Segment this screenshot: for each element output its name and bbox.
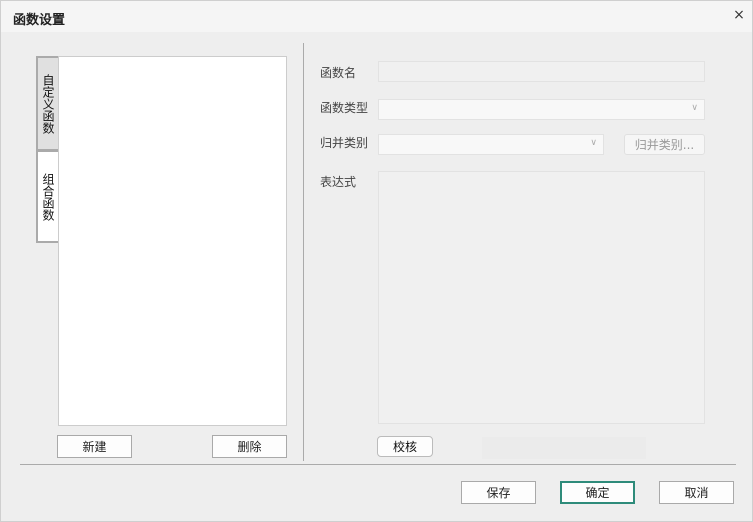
chevron-down-icon: ∨ bbox=[691, 103, 698, 113]
expression-label: 表达式 bbox=[320, 175, 357, 189]
expression-textarea[interactable] bbox=[378, 171, 705, 424]
ok-button[interactable]: 确定 bbox=[560, 481, 635, 504]
function-name-label: 函数名 bbox=[320, 66, 357, 80]
merge-category-select[interactable]: ∨ bbox=[378, 134, 604, 155]
horizontal-divider bbox=[20, 464, 736, 465]
chevron-down-icon: ∨ bbox=[590, 138, 597, 148]
check-result-area bbox=[482, 437, 646, 459]
function-settings-dialog: 函数设置 × 自定义函数 组合函数 新建 删除 函数名 函数类型 ∨ 归并类别 … bbox=[0, 0, 753, 522]
function-type-select[interactable]: ∨ bbox=[378, 99, 705, 120]
merge-category-label: 归并类别 bbox=[320, 136, 369, 150]
function-list[interactable] bbox=[58, 56, 287, 426]
title-bar: 函数设置 × bbox=[1, 1, 752, 32]
tab-custom-function[interactable]: 自定义函数 bbox=[36, 56, 59, 151]
function-type-label: 函数类型 bbox=[320, 101, 369, 115]
close-icon[interactable]: × bbox=[732, 7, 746, 25]
check-button[interactable]: 校核 bbox=[377, 436, 433, 457]
save-button[interactable]: 保存 bbox=[461, 481, 536, 504]
vertical-divider bbox=[303, 43, 304, 461]
cancel-button[interactable]: 取消 bbox=[659, 481, 734, 504]
delete-button[interactable]: 删除 bbox=[212, 435, 287, 458]
dialog-title: 函数设置 bbox=[13, 13, 66, 28]
new-button[interactable]: 新建 bbox=[57, 435, 132, 458]
merge-category-button[interactable]: 归并类别... bbox=[624, 134, 705, 155]
function-name-input[interactable] bbox=[378, 61, 705, 82]
tab-combined-function[interactable]: 组合函数 bbox=[36, 150, 59, 243]
